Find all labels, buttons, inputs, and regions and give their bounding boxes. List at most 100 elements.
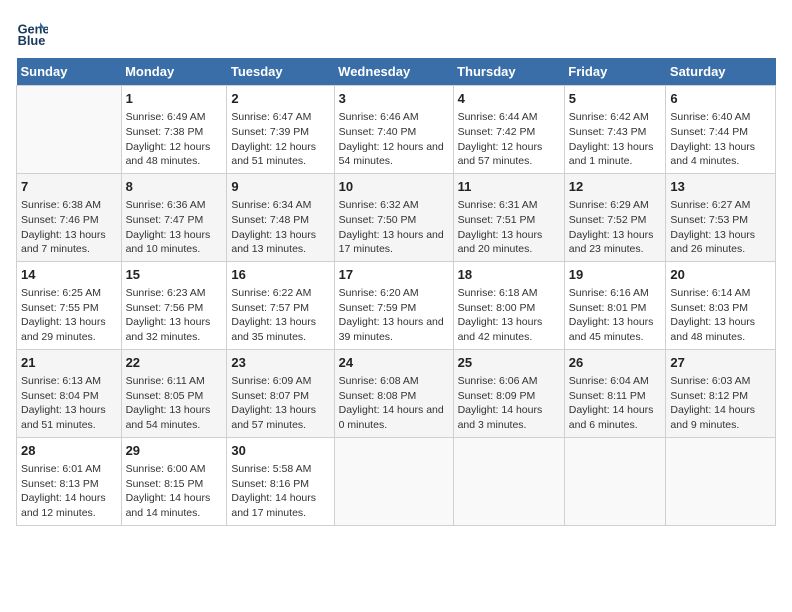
calendar-cell: 4 Sunrise: 6:44 AM Sunset: 7:42 PM Dayli… <box>453 86 564 174</box>
sunset-text: Sunset: 8:16 PM <box>231 478 309 490</box>
sunrise-text: Sunrise: 6:03 AM <box>670 375 750 387</box>
sunset-text: Sunset: 7:48 PM <box>231 214 309 226</box>
sunrise-text: Sunrise: 6:20 AM <box>339 287 419 299</box>
day-number: 22 <box>126 354 223 372</box>
daylight-text: Daylight: 13 hours and 51 minutes. <box>21 404 106 431</box>
sunrise-text: Sunrise: 6:18 AM <box>458 287 538 299</box>
daylight-text: Daylight: 13 hours and 57 minutes. <box>231 404 316 431</box>
day-number: 18 <box>458 266 560 284</box>
calendar-table: SundayMondayTuesdayWednesdayThursdayFrid… <box>16 58 776 526</box>
cell-info: Sunrise: 6:03 AM Sunset: 8:12 PM Dayligh… <box>670 374 771 433</box>
calendar-cell <box>666 437 776 525</box>
day-number: 19 <box>569 266 662 284</box>
cell-info: Sunrise: 6:14 AM Sunset: 8:03 PM Dayligh… <box>670 286 771 345</box>
day-number: 13 <box>670 178 771 196</box>
sunset-text: Sunset: 8:00 PM <box>458 302 536 314</box>
sunrise-text: Sunrise: 6:38 AM <box>21 199 101 211</box>
sunrise-text: Sunrise: 6:06 AM <box>458 375 538 387</box>
page-header: General Blue <box>16 16 776 48</box>
sunset-text: Sunset: 8:08 PM <box>339 390 417 402</box>
calendar-cell: 13 Sunrise: 6:27 AM Sunset: 7:53 PM Dayl… <box>666 173 776 261</box>
cell-info: Sunrise: 6:06 AM Sunset: 8:09 PM Dayligh… <box>458 374 560 433</box>
day-number: 29 <box>126 442 223 460</box>
cell-info: Sunrise: 5:58 AM Sunset: 8:16 PM Dayligh… <box>231 462 329 521</box>
sunset-text: Sunset: 8:05 PM <box>126 390 204 402</box>
calendar-cell: 9 Sunrise: 6:34 AM Sunset: 7:48 PM Dayli… <box>227 173 334 261</box>
calendar-week-row: 28 Sunrise: 6:01 AM Sunset: 8:13 PM Dayl… <box>17 437 776 525</box>
day-header: Sunday <box>17 58 122 86</box>
sunrise-text: Sunrise: 6:09 AM <box>231 375 311 387</box>
sunrise-text: Sunrise: 5:58 AM <box>231 463 311 475</box>
daylight-text: Daylight: 13 hours and 35 minutes. <box>231 316 316 343</box>
calendar-cell <box>564 437 666 525</box>
daylight-text: Daylight: 13 hours and 29 minutes. <box>21 316 106 343</box>
sunset-text: Sunset: 7:51 PM <box>458 214 536 226</box>
day-header: Monday <box>121 58 227 86</box>
calendar-cell: 27 Sunrise: 6:03 AM Sunset: 8:12 PM Dayl… <box>666 349 776 437</box>
daylight-text: Daylight: 12 hours and 54 minutes. <box>339 141 444 168</box>
day-number: 16 <box>231 266 329 284</box>
sunset-text: Sunset: 7:38 PM <box>126 126 204 138</box>
cell-info: Sunrise: 6:49 AM Sunset: 7:38 PM Dayligh… <box>126 110 223 169</box>
sunset-text: Sunset: 8:09 PM <box>458 390 536 402</box>
calendar-cell: 24 Sunrise: 6:08 AM Sunset: 8:08 PM Dayl… <box>334 349 453 437</box>
calendar-cell <box>334 437 453 525</box>
sunrise-text: Sunrise: 6:11 AM <box>126 375 205 387</box>
calendar-cell: 26 Sunrise: 6:04 AM Sunset: 8:11 PM Dayl… <box>564 349 666 437</box>
daylight-text: Daylight: 13 hours and 23 minutes. <box>569 229 654 256</box>
sunset-text: Sunset: 7:57 PM <box>231 302 309 314</box>
daylight-text: Daylight: 13 hours and 45 minutes. <box>569 316 654 343</box>
sunset-text: Sunset: 8:15 PM <box>126 478 204 490</box>
day-number: 24 <box>339 354 449 372</box>
day-number: 21 <box>21 354 117 372</box>
daylight-text: Daylight: 12 hours and 51 minutes. <box>231 141 316 168</box>
sunset-text: Sunset: 8:01 PM <box>569 302 647 314</box>
calendar-cell: 20 Sunrise: 6:14 AM Sunset: 8:03 PM Dayl… <box>666 261 776 349</box>
calendar-cell: 15 Sunrise: 6:23 AM Sunset: 7:56 PM Dayl… <box>121 261 227 349</box>
logo: General Blue <box>16 16 52 48</box>
day-number: 8 <box>126 178 223 196</box>
daylight-text: Daylight: 14 hours and 6 minutes. <box>569 404 654 431</box>
sunset-text: Sunset: 8:04 PM <box>21 390 99 402</box>
sunset-text: Sunset: 7:56 PM <box>126 302 204 314</box>
sunrise-text: Sunrise: 6:22 AM <box>231 287 311 299</box>
calendar-cell: 28 Sunrise: 6:01 AM Sunset: 8:13 PM Dayl… <box>17 437 122 525</box>
sunset-text: Sunset: 7:40 PM <box>339 126 417 138</box>
sunrise-text: Sunrise: 6:01 AM <box>21 463 101 475</box>
daylight-text: Daylight: 13 hours and 10 minutes. <box>126 229 211 256</box>
cell-info: Sunrise: 6:20 AM Sunset: 7:59 PM Dayligh… <box>339 286 449 345</box>
sunset-text: Sunset: 7:44 PM <box>670 126 748 138</box>
cell-info: Sunrise: 6:36 AM Sunset: 7:47 PM Dayligh… <box>126 198 223 257</box>
day-number: 25 <box>458 354 560 372</box>
daylight-text: Daylight: 14 hours and 3 minutes. <box>458 404 543 431</box>
sunset-text: Sunset: 8:03 PM <box>670 302 748 314</box>
cell-info: Sunrise: 6:13 AM Sunset: 8:04 PM Dayligh… <box>21 374 117 433</box>
daylight-text: Daylight: 13 hours and 4 minutes. <box>670 141 755 168</box>
daylight-text: Daylight: 12 hours and 57 minutes. <box>458 141 543 168</box>
day-number: 11 <box>458 178 560 196</box>
sunrise-text: Sunrise: 6:14 AM <box>670 287 750 299</box>
daylight-text: Daylight: 14 hours and 12 minutes. <box>21 492 106 519</box>
calendar-cell <box>453 437 564 525</box>
daylight-text: Daylight: 13 hours and 7 minutes. <box>21 229 106 256</box>
day-number: 5 <box>569 90 662 108</box>
calendar-cell <box>17 86 122 174</box>
daylight-text: Daylight: 13 hours and 17 minutes. <box>339 229 444 256</box>
day-number: 12 <box>569 178 662 196</box>
calendar-cell: 23 Sunrise: 6:09 AM Sunset: 8:07 PM Dayl… <box>227 349 334 437</box>
calendar-cell: 8 Sunrise: 6:36 AM Sunset: 7:47 PM Dayli… <box>121 173 227 261</box>
sunrise-text: Sunrise: 6:23 AM <box>126 287 206 299</box>
cell-info: Sunrise: 6:38 AM Sunset: 7:46 PM Dayligh… <box>21 198 117 257</box>
day-number: 30 <box>231 442 329 460</box>
daylight-text: Daylight: 12 hours and 48 minutes. <box>126 141 211 168</box>
calendar-cell: 12 Sunrise: 6:29 AM Sunset: 7:52 PM Dayl… <box>564 173 666 261</box>
cell-info: Sunrise: 6:47 AM Sunset: 7:39 PM Dayligh… <box>231 110 329 169</box>
sunrise-text: Sunrise: 6:00 AM <box>126 463 206 475</box>
sunrise-text: Sunrise: 6:49 AM <box>126 111 206 123</box>
cell-info: Sunrise: 6:27 AM Sunset: 7:53 PM Dayligh… <box>670 198 771 257</box>
sunset-text: Sunset: 7:43 PM <box>569 126 647 138</box>
cell-info: Sunrise: 6:32 AM Sunset: 7:50 PM Dayligh… <box>339 198 449 257</box>
daylight-text: Daylight: 14 hours and 0 minutes. <box>339 404 444 431</box>
calendar-cell: 2 Sunrise: 6:47 AM Sunset: 7:39 PM Dayli… <box>227 86 334 174</box>
cell-info: Sunrise: 6:31 AM Sunset: 7:51 PM Dayligh… <box>458 198 560 257</box>
